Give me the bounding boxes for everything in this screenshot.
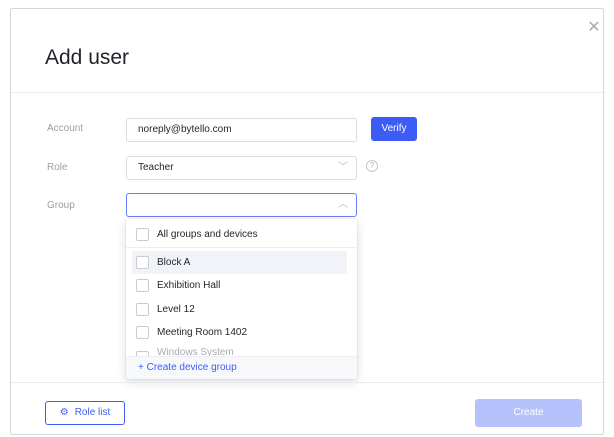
role-list-button[interactable]: ⚙ Role list <box>45 401 125 425</box>
option-label: Windows System <box>157 347 234 356</box>
account-label: Account <box>47 123 84 134</box>
chevron-up-icon: ︿ <box>338 199 348 210</box>
create-device-group-link[interactable]: + Create device group <box>126 356 357 379</box>
dropdown-option[interactable]: Windows System <box>126 346 357 356</box>
group-select[interactable]: ︿ <box>126 193 357 217</box>
dropdown-option-all[interactable]: All groups and devices <box>126 221 357 248</box>
dropdown-option[interactable]: Level 12 <box>126 298 357 321</box>
checkbox[interactable] <box>136 256 149 269</box>
role-label: Role <box>47 162 68 173</box>
role-list-label: Role list <box>74 407 111 418</box>
footer-divider <box>11 382 603 383</box>
role-select[interactable]: Teacher ﹀ <box>126 156 357 180</box>
account-input[interactable]: noreply@bytello.com <box>126 118 357 142</box>
option-label: All groups and devices <box>157 229 258 240</box>
option-label: Level 12 <box>157 304 195 315</box>
close-icon[interactable]: ✕ <box>586 20 602 36</box>
question-circle-icon[interactable]: ? <box>366 160 378 172</box>
create-button[interactable]: Create <box>475 399 582 427</box>
gear-icon: ⚙ <box>59 407 69 418</box>
group-dropdown: All groups and devices Block A Exhibitio… <box>126 219 357 379</box>
option-label: Exhibition Hall <box>157 280 221 291</box>
chevron-down-icon: ﹀ <box>338 162 348 173</box>
role-value: Teacher <box>138 162 174 173</box>
verify-button[interactable]: Verify <box>371 117 417 141</box>
checkbox[interactable] <box>136 303 149 316</box>
group-label: Group <box>47 200 75 211</box>
dropdown-option[interactable]: Exhibition Hall <box>126 274 357 297</box>
account-value: noreply@bytello.com <box>138 124 232 135</box>
dropdown-option[interactable]: Meeting Room 1402 <box>126 321 357 344</box>
option-label: Meeting Room 1402 <box>157 327 248 338</box>
dropdown-option[interactable]: Block A <box>132 251 347 274</box>
option-label: Block A <box>157 257 191 268</box>
checkbox[interactable] <box>136 326 149 339</box>
dialog-title: Add user <box>45 46 130 69</box>
checkbox[interactable] <box>136 279 149 292</box>
header-divider <box>11 92 603 93</box>
checkbox[interactable] <box>136 228 149 241</box>
